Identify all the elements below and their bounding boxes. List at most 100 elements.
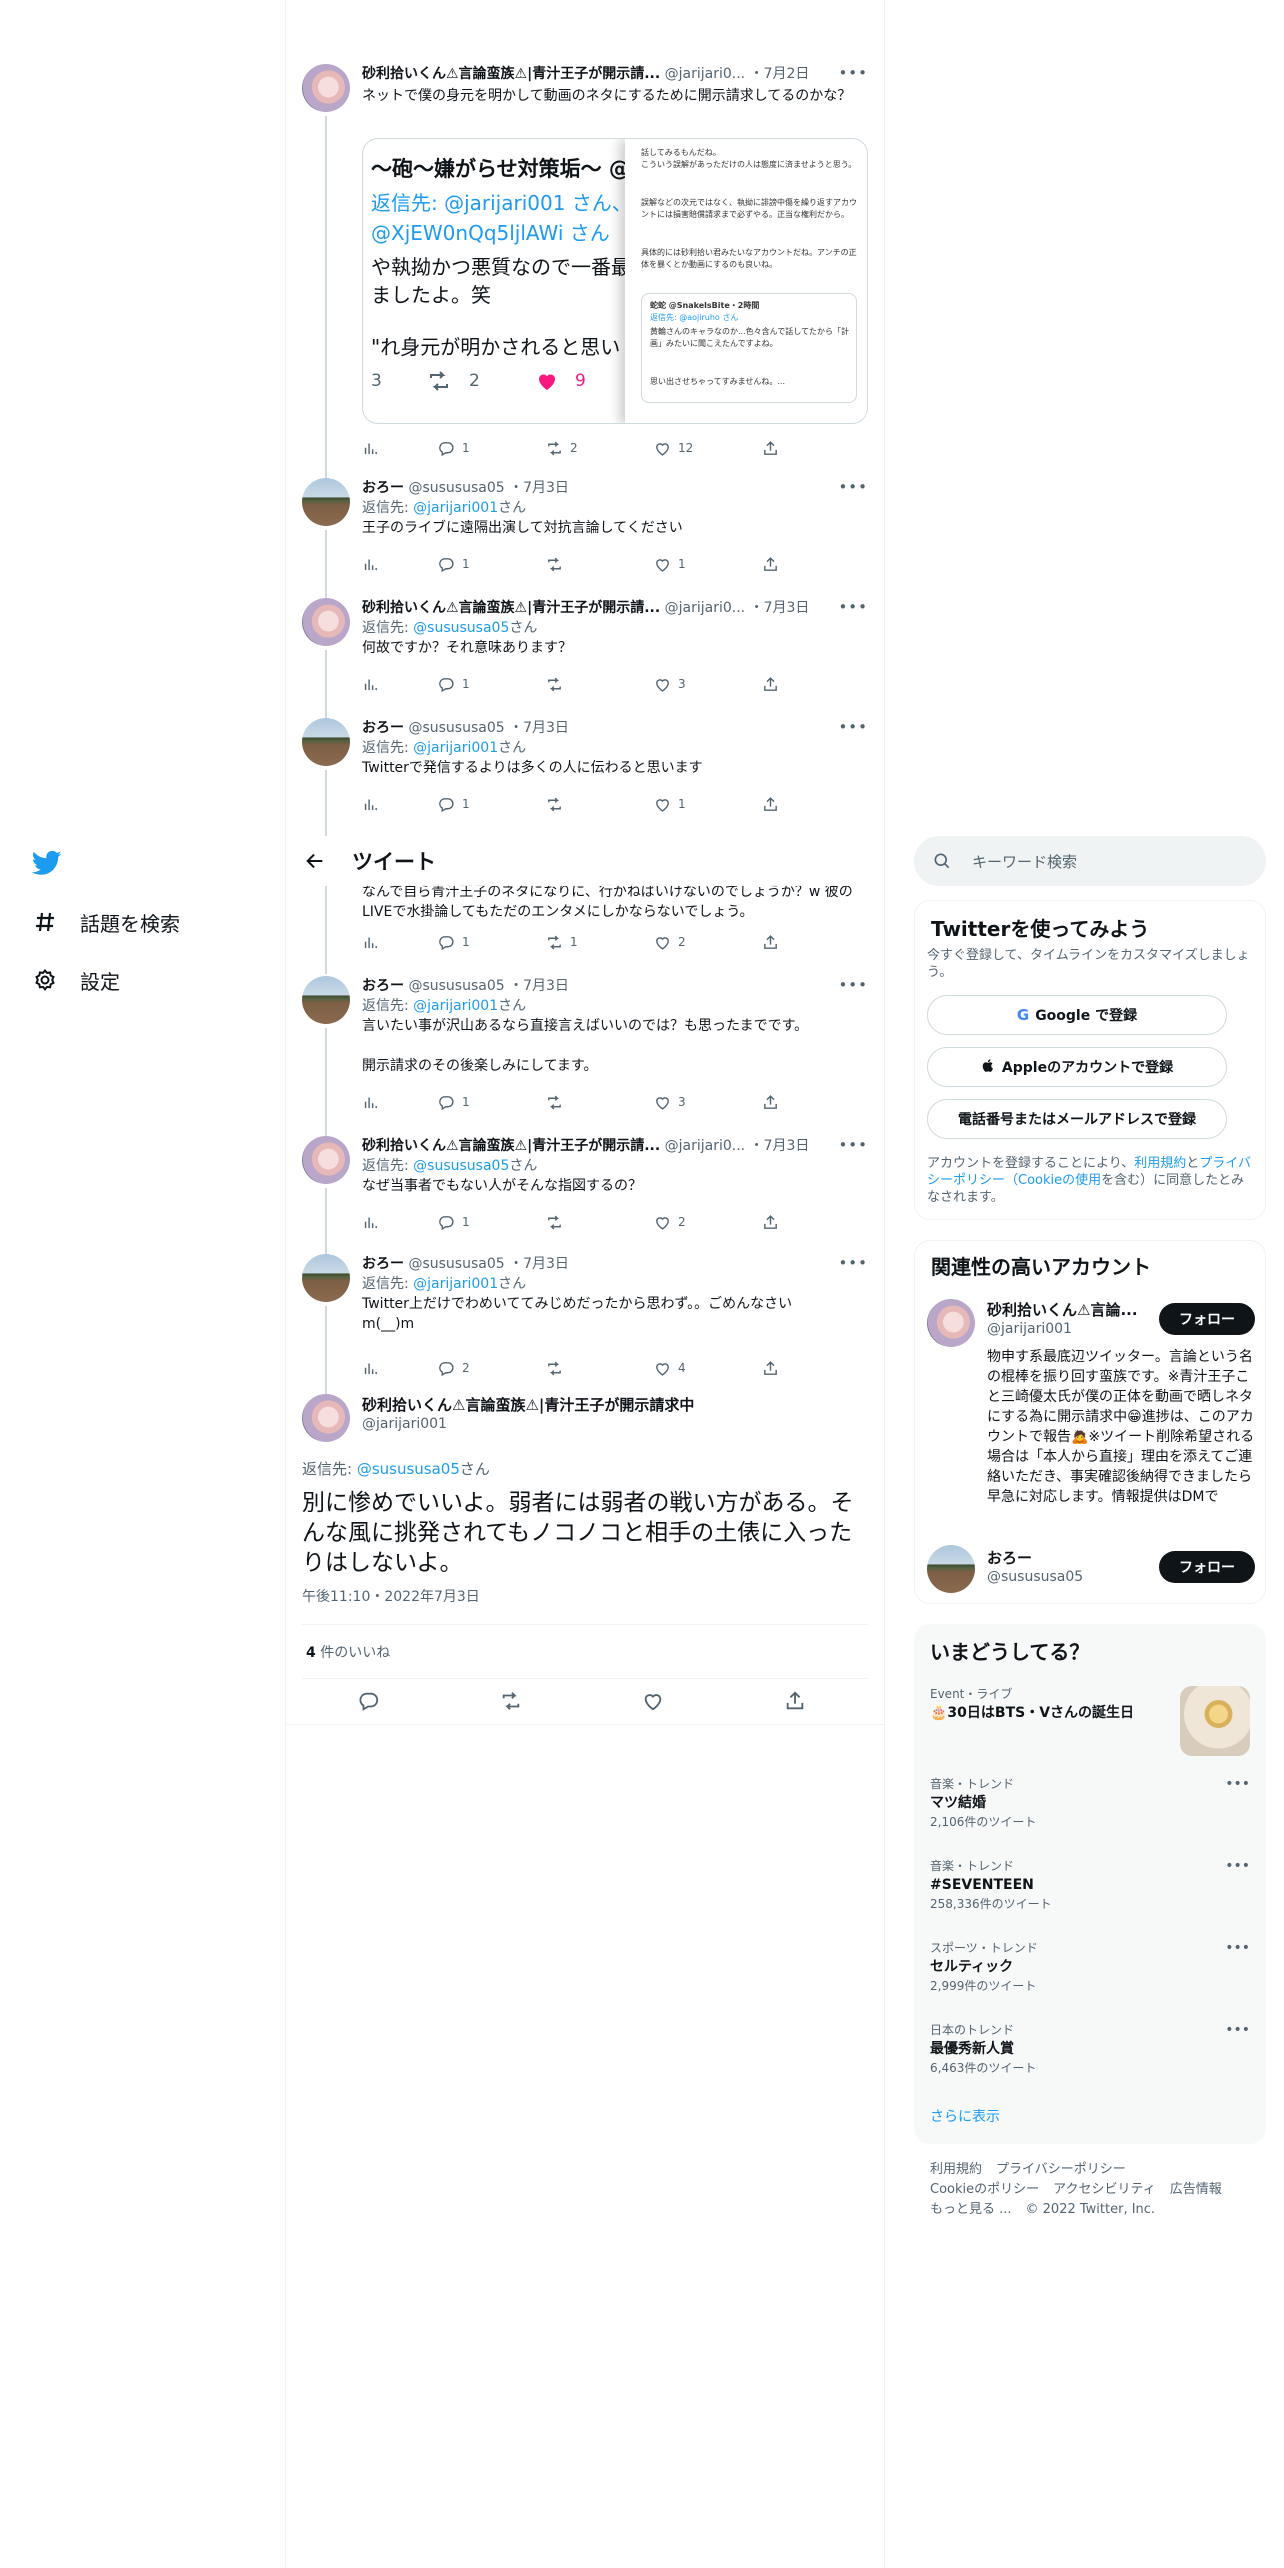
like-button[interactable]: 3 — [654, 1092, 686, 1112]
follow-button[interactable]: フォロー — [1159, 1551, 1255, 1583]
related-account-handle[interactable]: @susususa05 — [987, 1569, 1083, 1585]
footer-terms-link[interactable]: 利用規約 — [930, 2162, 982, 2177]
avatar[interactable] — [302, 976, 350, 1024]
share-button[interactable] — [762, 1358, 786, 1378]
tweet-author-handle[interactable]: @jarijari0... — [665, 66, 746, 82]
heart-icon[interactable] — [642, 1690, 668, 1716]
more-options-icon[interactable]: ••• — [1225, 2022, 1250, 2038]
apple-signup-button[interactable]: Appleのアカウントで登録 — [927, 1047, 1227, 1087]
retweet-icon[interactable] — [500, 1690, 526, 1716]
trend-item[interactable]: 音楽・トレンド #SEVENTEEN 258,336件のツイート ••• — [930, 1858, 1250, 1912]
retweet-button[interactable] — [546, 1212, 570, 1232]
avatar[interactable] — [302, 1394, 350, 1442]
more-options-icon[interactable]: ••• — [1225, 1858, 1250, 1874]
tweet-author-handle[interactable]: @jarijari0... — [665, 1138, 746, 1154]
google-signup-button[interactable]: G Google で登録 — [927, 995, 1227, 1035]
analytics-button[interactable] — [362, 554, 386, 574]
retweet-button[interactable] — [546, 674, 570, 694]
related-account-name[interactable]: おろー — [987, 1547, 1147, 1568]
tweet-author-name[interactable]: おろー — [362, 480, 404, 496]
related-account-handle[interactable]: @jarijari001 — [987, 1321, 1072, 1337]
reply-icon[interactable] — [358, 1690, 384, 1716]
share-icon[interactable] — [784, 1690, 810, 1716]
tweet[interactable]: おろー @susususa05 ・7月3日 返信先: @jarijari001さ… — [286, 1254, 884, 1396]
footer-cookie-link[interactable]: Cookieのポリシー — [930, 2182, 1039, 2197]
nav-explore[interactable]: 話題を検索 — [32, 904, 180, 940]
analytics-button[interactable] — [362, 1212, 386, 1232]
mention-link[interactable]: @susususa05 — [413, 620, 509, 636]
tweet-author-handle[interactable]: @susususa05 — [408, 978, 504, 994]
analytics-button[interactable] — [362, 1358, 386, 1378]
tweet[interactable]: 砂利拾いくん⚠言論蛮族⚠|青汁王子が開示請... @jarijari0... ・… — [286, 64, 884, 516]
phone-signup-button[interactable]: 電話番号またはメールアドレスで登録 — [927, 1099, 1227, 1139]
analytics-button[interactable] — [362, 438, 386, 458]
tweet-author-name[interactable]: おろー — [362, 1256, 404, 1272]
tweet-author-handle[interactable]: @susususa05 — [408, 1256, 504, 1272]
trend-item[interactable]: 日本のトレンド 最優秀新人賞 6,463件のツイート ••• — [930, 2022, 1250, 2076]
share-button[interactable] — [762, 1212, 786, 1232]
reply-button[interactable]: 1 — [438, 554, 470, 574]
follow-button[interactable]: フォロー — [1159, 1303, 1255, 1335]
tweet-author-name[interactable]: 砂利拾いくん⚠言論蛮族⚠|青汁王子が開示請求中 — [362, 1394, 694, 1415]
avatar[interactable] — [927, 1545, 975, 1593]
related-account-name[interactable]: 砂利拾いくん⚠言論... — [987, 1299, 1147, 1320]
retweet-button[interactable] — [546, 794, 570, 814]
tweet-author-handle[interactable]: @susususa05 — [408, 720, 504, 736]
tweet-author-name[interactable]: 砂利拾いくん⚠言論蛮族⚠|青汁王子が開示請... — [362, 66, 660, 82]
avatar[interactable] — [302, 598, 350, 646]
tweet-author-name[interactable]: おろー — [362, 978, 404, 994]
tweet[interactable]: なんで自ら青汁王子のネタになりに、行かねばいけないのでしょうか？w 彼のLIVE… — [286, 882, 884, 974]
avatar[interactable] — [302, 478, 350, 526]
avatar[interactable] — [927, 1299, 975, 1347]
mention-link[interactable]: @jarijari001 — [413, 500, 498, 516]
mention-link[interactable]: @jarijari001 — [413, 998, 498, 1014]
more-options-icon[interactable]: ••• — [838, 478, 868, 496]
avatar[interactable] — [302, 64, 350, 112]
footer-privacy-link[interactable]: プライバシーポリシー — [996, 2162, 1126, 2177]
retweet-button[interactable] — [546, 1358, 570, 1378]
analytics-button[interactable] — [362, 794, 386, 814]
tweet-author-handle[interactable]: @susususa05 — [408, 480, 504, 496]
like-button[interactable]: 1 — [654, 554, 686, 574]
mention-link[interactable]: @jarijari001 — [413, 1276, 498, 1292]
show-more-link[interactable]: さらに表示 — [930, 2106, 1000, 2126]
tweet-media-image[interactable]: 〜砲〜嫌がらせ対策垢〜 @... 返信先: @jarijari001 さん、@5… — [362, 138, 868, 424]
tweet-author-handle[interactable]: @jarijari0... — [665, 600, 746, 616]
tweet-author-name[interactable]: 砂利拾いくん⚠言論蛮族⚠|青汁王子が開示請... — [362, 1138, 660, 1154]
mention-link[interactable]: @susususa05 — [413, 1158, 509, 1174]
tweet[interactable]: 砂利拾いくん⚠言論蛮族⚠|青汁王子が開示請... @jarijari0... ・… — [286, 598, 884, 722]
reply-button[interactable]: 1 — [438, 932, 470, 952]
tweet-author-handle[interactable]: @jarijari001 — [362, 1416, 447, 1432]
reply-button[interactable]: 1 — [438, 438, 470, 458]
mention-link[interactable]: @susususa05 — [357, 1460, 460, 1478]
event-thumbnail[interactable] — [1180, 1686, 1250, 1756]
back-arrow-icon[interactable] — [300, 846, 330, 876]
share-button[interactable] — [762, 932, 786, 952]
tweet-date[interactable]: ・7月2日 — [750, 66, 810, 82]
reply-button[interactable]: 1 — [438, 674, 470, 694]
like-button[interactable]: 4 — [654, 1358, 686, 1378]
retweet-button[interactable]: 1 — [546, 932, 578, 952]
tweet[interactable]: 砂利拾いくん⚠言論蛮族⚠|青汁王子が開示請... @jarijari0... ・… — [286, 1136, 884, 1260]
like-button[interactable]: 3 — [654, 674, 686, 694]
avatar[interactable] — [302, 1136, 350, 1184]
avatar[interactable] — [302, 1254, 350, 1302]
search-input[interactable]: キーワード検索 — [914, 836, 1266, 886]
reply-button[interactable]: 1 — [438, 1092, 470, 1112]
like-button[interactable]: 1 — [654, 794, 686, 814]
tweet-date[interactable]: ・7月3日 — [750, 600, 810, 616]
retweet-button[interactable] — [546, 554, 570, 574]
tweet-date[interactable]: ・7月3日 — [509, 720, 569, 736]
more-options-icon[interactable]: ••• — [838, 976, 868, 994]
twitter-logo-icon[interactable] — [31, 848, 62, 878]
reply-button[interactable]: 2 — [438, 1358, 470, 1378]
tweet-date[interactable]: ・7月3日 — [509, 480, 569, 496]
footer-ads-link[interactable]: 広告情報 — [1170, 2182, 1222, 2197]
more-options-icon[interactable]: ••• — [1225, 1776, 1250, 1792]
trend-item[interactable]: 音楽・トレンド マツ結婚 2,106件のツイート ••• — [930, 1776, 1250, 1830]
tweet-timestamp[interactable]: 午後11:10・2022年7月3日 — [302, 1586, 480, 1606]
tweet-author-name[interactable]: 砂利拾いくん⚠言論蛮族⚠|青汁王子が開示請... — [362, 600, 660, 616]
nav-settings[interactable]: 設定 — [32, 962, 120, 998]
mention-link[interactable]: @jarijari001 — [413, 740, 498, 756]
tweet-date[interactable]: ・7月3日 — [750, 1138, 810, 1154]
